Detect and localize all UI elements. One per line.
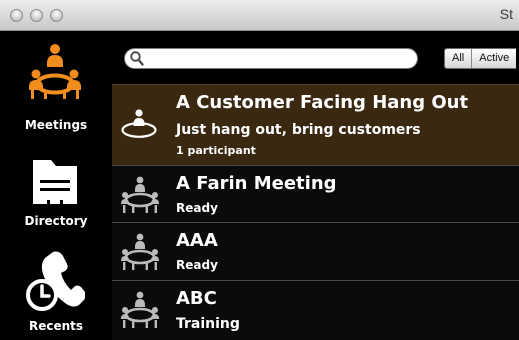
filter-all-button[interactable]: All [445, 49, 472, 68]
meeting-title: ABC [176, 288, 217, 309]
sidebar: Meetings Directory Recents [0, 31, 112, 340]
meeting-status: Ready [176, 201, 218, 215]
search-icon [130, 51, 144, 66]
meeting-status: Training [176, 316, 240, 332]
sidebar-item-recents[interactable]: Recents [0, 238, 112, 340]
meeting-status: Ready [176, 258, 218, 272]
close-window-button[interactable] [10, 9, 23, 22]
sidebar-item-directory[interactable]: Directory [0, 146, 112, 238]
search-field[interactable] [124, 48, 418, 69]
meeting-title: AAA [176, 230, 218, 251]
meeting-row[interactable]: A Farin Meeting Ready [112, 165, 519, 222]
meeting-participants: 1 participant [176, 144, 256, 157]
meeting-subtitle: Just hang out, bring customers [176, 122, 421, 138]
zoom-window-button[interactable] [50, 9, 63, 22]
sidebar-item-label: Recents [28, 319, 84, 333]
meeting-row[interactable]: ABC Training [112, 280, 519, 340]
search-bar: All Active [112, 31, 519, 86]
sidebar-item-meetings[interactable]: Meetings [0, 31, 112, 146]
meeting-room-icon [121, 109, 157, 138]
meeting-title: A Farin Meeting [176, 173, 337, 194]
title-bar: St [0, 0, 519, 31]
recents-icon [26, 251, 85, 311]
sidebar-item-label: Meetings [24, 118, 88, 132]
meeting-room-icon [121, 291, 159, 328]
search-input[interactable] [145, 50, 410, 67]
window-title: St [499, 6, 513, 22]
meeting-row[interactable]: AAA Ready [112, 222, 519, 280]
directory-icon [33, 160, 77, 204]
main-panel: All Active A Customer Facing Hang Out Ju… [112, 31, 519, 340]
meetings-icon [29, 44, 81, 99]
minimize-window-button[interactable] [30, 9, 43, 22]
filter-active-button[interactable]: Active [471, 49, 517, 68]
meeting-row[interactable]: A Customer Facing Hang Out Just hang out… [112, 84, 519, 165]
sidebar-item-label: Directory [24, 214, 88, 228]
meeting-title: A Customer Facing Hang Out [176, 92, 469, 113]
filter-segmented-control: All Active [444, 48, 517, 69]
meeting-room-icon [121, 233, 159, 270]
meeting-room-icon [121, 176, 159, 213]
